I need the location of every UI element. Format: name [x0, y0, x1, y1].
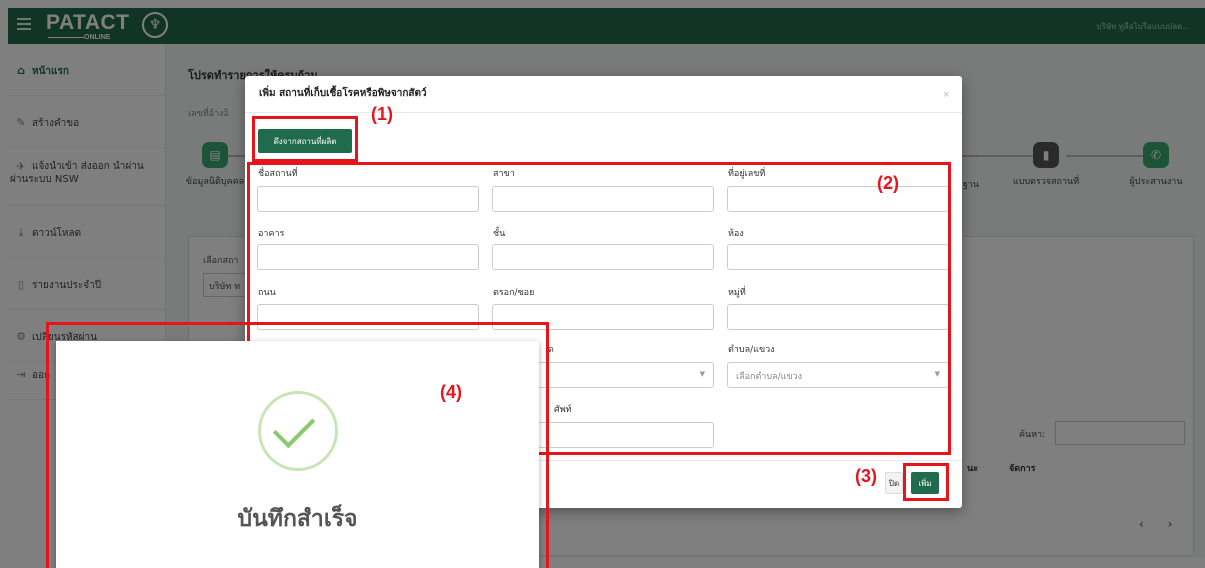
- close-button[interactable]: ปิด: [885, 472, 903, 494]
- annotation-label-4: (4): [440, 382, 462, 402]
- annotation-box-3: [903, 463, 949, 501]
- annotation-label-1: (1): [371, 104, 393, 124]
- annotation-box-1: [252, 116, 358, 162]
- modal-title: เพิ่ม สถานที่เก็บเชื้อโรคหรือพิษจากสัตว์: [259, 88, 427, 99]
- close-icon[interactable]: ×: [942, 90, 950, 100]
- modal-divider: [245, 112, 962, 113]
- screen: PATACT ONLINE ♆ บริษัท ทูลือไบรือแบบปลด.…: [0, 0, 1205, 568]
- annotation-label-3: (3): [855, 466, 877, 486]
- annotation-box-4: [46, 322, 549, 568]
- annotation-label-2: (2): [877, 173, 899, 193]
